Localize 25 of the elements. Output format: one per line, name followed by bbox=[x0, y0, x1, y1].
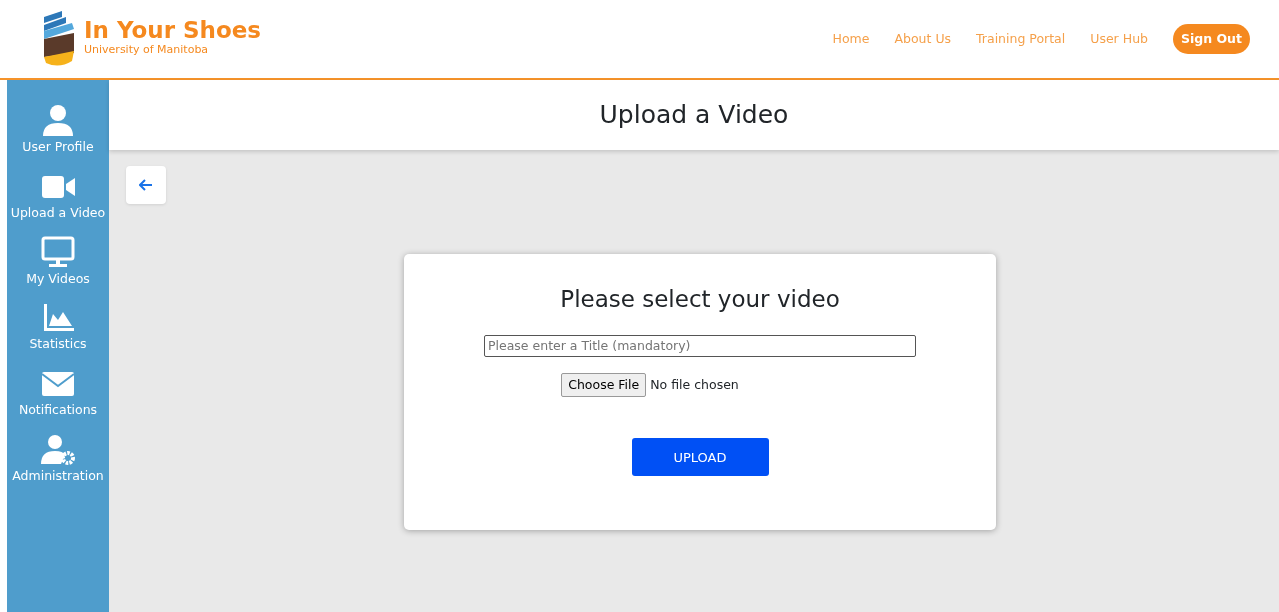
back-button[interactable] bbox=[126, 166, 166, 204]
nav-link[interactable]: About Us bbox=[894, 29, 952, 49]
upload-button[interactable]: UPLOAD bbox=[631, 438, 769, 477]
title-input[interactable]: Please enter a Title (mandatory) bbox=[484, 334, 916, 357]
sidebar-item[interactable]: Administration bbox=[7, 432, 109, 486]
brand-title: In Your Shoes bbox=[84, 19, 262, 43]
nav-link[interactable]: User Hub bbox=[1090, 29, 1148, 49]
brand-subtitle: University of Manitoba bbox=[84, 42, 210, 59]
page-title: Upload a Video bbox=[109, 80, 1279, 150]
file-status: No file chosen bbox=[650, 375, 739, 394]
nav-link[interactable]: Home bbox=[832, 29, 870, 49]
sidebar-item[interactable]: Upload a Video bbox=[7, 169, 109, 223]
sidebar-item[interactable]: My Videos bbox=[7, 235, 109, 289]
back-arrow-icon bbox=[139, 179, 153, 191]
user-settings-icon bbox=[41, 432, 75, 467]
monitor-icon bbox=[41, 235, 75, 270]
sidebar-item[interactable]: User Profile bbox=[7, 104, 109, 157]
choose-file-button[interactable]: Choose File bbox=[561, 372, 647, 398]
user-icon bbox=[41, 104, 75, 138]
sign-out-button[interactable]: Sign Out bbox=[1173, 23, 1250, 55]
sidebar-item[interactable]: Statistics bbox=[7, 301, 109, 354]
nav-link[interactable]: Training Portal bbox=[976, 29, 1066, 49]
sidebar-item[interactable]: Notifications bbox=[7, 367, 109, 420]
crest-logo bbox=[42, 11, 76, 67]
form-heading: Please select your video bbox=[560, 285, 840, 314]
